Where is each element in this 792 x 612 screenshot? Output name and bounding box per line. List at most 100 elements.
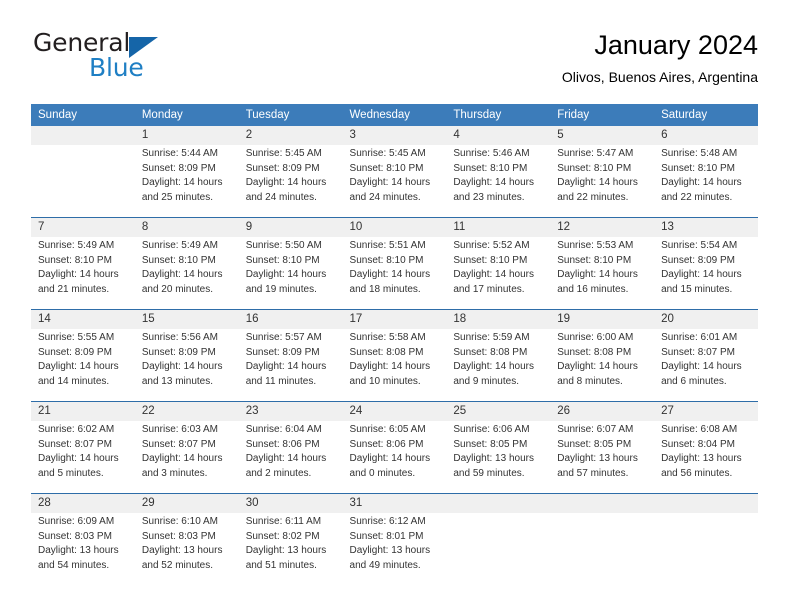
- logo-text-blue: Blue: [89, 53, 144, 82]
- day-detail-cell[interactable]: Sunrise: 6:09 AM Sunset: 8:03 PM Daylight:…: [31, 513, 135, 585]
- general-blue-logo: General Blue: [33, 28, 263, 86]
- day-detail-cell[interactable]: Sunrise: 5:45 AM Sunset: 8:09 PM Daylight:…: [239, 145, 343, 218]
- day-number-cell[interactable]: 19: [550, 309, 655, 329]
- page-title: January 2024: [594, 30, 758, 60]
- day-number-cell[interactable]: 15: [134, 309, 239, 329]
- day-detail-cell[interactable]: Sunrise: 5:47 AM Sunset: 8:10 PM Daylight:…: [550, 145, 654, 218]
- day-detail-cell[interactable]: Sunrise: 5:54 AM Sunset: 8:09 PM Daylight:…: [654, 237, 758, 310]
- day-daylight-line2-text: and 56 minutes.: [661, 467, 733, 479]
- day-sunrise-text: Sunrise: 5:57 AM: [245, 332, 322, 343]
- day-detail-cell[interactable]: Sunrise: 5:49 AM Sunset: 8:10 PM Daylight:…: [31, 237, 135, 310]
- day-daylight-line2-text: and 0 minutes.: [349, 467, 416, 479]
- day-sunset-text: Sunset: 8:10 PM: [557, 162, 632, 174]
- empty-day-cell: [550, 513, 654, 585]
- page-header: General Blue January 2024 Olivos, Buenos…: [33, 28, 758, 90]
- day-number-cell[interactable]: 24: [342, 401, 447, 421]
- day-detail-cell[interactable]: Sunrise: 5:50 AM Sunset: 8:10 PM Daylight:…: [239, 237, 343, 310]
- day-sunrise-text: Sunrise: 5:48 AM: [661, 148, 738, 159]
- day-number-cell[interactable]: 18: [446, 309, 551, 329]
- day-number-cell[interactable]: 2: [238, 126, 343, 145]
- day-number-cell[interactable]: 1: [134, 126, 239, 145]
- day-number-cell[interactable]: 12: [550, 217, 655, 237]
- day-sunrise-text: Sunrise: 5:51 AM: [349, 240, 426, 251]
- day-number-cell[interactable]: 20: [654, 309, 758, 329]
- calendar-week-details: Sunrise: 5:55 AM Sunset: 8:09 PM Daylight:…: [31, 329, 758, 402]
- day-number-cell[interactable]: 3: [342, 126, 447, 145]
- day-detail-cell[interactable]: Sunrise: 6:07 AM Sunset: 8:05 PM Daylight:…: [550, 421, 654, 494]
- day-daylight-line2-text: and 2 minutes.: [245, 467, 312, 479]
- day-detail-cell[interactable]: Sunrise: 5:58 AM Sunset: 8:08 PM Daylight:…: [343, 329, 447, 402]
- day-detail-cell[interactable]: Sunrise: 5:56 AM Sunset: 8:09 PM Daylight:…: [135, 329, 239, 402]
- day-daylight-line1-text: Daylight: 14 hours: [38, 269, 119, 281]
- day-detail-cell[interactable]: Sunrise: 6:03 AM Sunset: 8:07 PM Daylight:…: [135, 421, 239, 494]
- day-sunset-text: Sunset: 8:07 PM: [141, 438, 216, 450]
- day-sunrise-text: Sunrise: 6:02 AM: [38, 424, 115, 435]
- day-number-cell[interactable]: 17: [342, 309, 447, 329]
- day-detail-cell[interactable]: Sunrise: 6:06 AM Sunset: 8:05 PM Daylight:…: [446, 421, 550, 494]
- day-detail-cell[interactable]: Sunrise: 5:44 AM Sunset: 8:09 PM Daylight:…: [135, 145, 239, 218]
- day-sunset-text: Sunset: 8:09 PM: [38, 346, 112, 358]
- day-detail-cell[interactable]: Sunrise: 6:05 AM Sunset: 8:06 PM Daylight:…: [343, 421, 447, 494]
- day-number-cell[interactable]: 14: [31, 309, 135, 329]
- day-detail-cell[interactable]: Sunrise: 6:04 AM Sunset: 8:06 PM Daylight:…: [239, 421, 343, 494]
- day-daylight-line1-text: Daylight: 14 hours: [349, 361, 431, 373]
- day-number-cell[interactable]: 25: [446, 401, 551, 421]
- day-daylight-line1-text: Daylight: 14 hours: [141, 361, 223, 373]
- day-number-cell[interactable]: 16: [238, 309, 343, 329]
- day-detail-cell[interactable]: Sunrise: 6:10 AM Sunset: 8:03 PM Daylight:…: [135, 513, 239, 585]
- day-detail-cell[interactable]: Sunrise: 5:55 AM Sunset: 8:09 PM Daylight:…: [31, 329, 135, 402]
- day-detail-cell[interactable]: Sunrise: 6:01 AM Sunset: 8:07 PM Daylight:…: [654, 329, 758, 402]
- day-number-cell[interactable]: 4: [446, 126, 551, 145]
- day-number-cell[interactable]: 29: [134, 493, 239, 513]
- day-detail-cell[interactable]: Sunrise: 6:08 AM Sunset: 8:04 PM Daylight:…: [654, 421, 758, 494]
- day-sunrise-text: Sunrise: 5:56 AM: [141, 332, 218, 343]
- day-detail-cell[interactable]: Sunrise: 5:45 AM Sunset: 8:10 PM Daylight:…: [343, 145, 447, 218]
- day-sunset-text: Sunset: 8:05 PM: [453, 438, 528, 450]
- empty-day-cell: [31, 126, 135, 145]
- day-number-cell[interactable]: 31: [342, 493, 447, 513]
- day-daylight-line2-text: and 5 minutes.: [38, 467, 104, 479]
- day-detail-cell[interactable]: Sunrise: 5:53 AM Sunset: 8:10 PM Daylight:…: [550, 237, 654, 310]
- day-daylight-line1-text: Daylight: 13 hours: [141, 545, 223, 557]
- day-sunrise-text: Sunrise: 5:49 AM: [141, 240, 218, 251]
- calendar-body: 1 2 3 4 5 6 Sunrise: 5:44 AM Sunset: 8:09 PM Day…: [31, 126, 758, 585]
- calendar-week-daynumbers: 7 8 9 10 11 12 13: [31, 217, 758, 237]
- day-number-cell[interactable]: 5: [550, 126, 655, 145]
- day-detail-cell[interactable]: Sunrise: 5:57 AM Sunset: 8:09 PM Daylight:…: [239, 329, 343, 402]
- day-detail-cell[interactable]: Sunrise: 6:00 AM Sunset: 8:08 PM Daylight:…: [550, 329, 654, 402]
- day-sunset-text: Sunset: 8:10 PM: [349, 254, 424, 266]
- day-number-cell[interactable]: 7: [31, 217, 135, 237]
- day-sunset-text: Sunset: 8:04 PM: [661, 438, 735, 450]
- day-number-cell[interactable]: 11: [446, 217, 551, 237]
- day-number-cell[interactable]: 9: [238, 217, 343, 237]
- day-detail-cell[interactable]: Sunrise: 5:59 AM Sunset: 8:08 PM Daylight:…: [446, 329, 550, 402]
- day-number-cell[interactable]: 26: [550, 401, 655, 421]
- calendar-header-row: Sunday Monday Tuesday Wednesday Thursday…: [31, 104, 758, 126]
- day-number-cell[interactable]: 30: [238, 493, 343, 513]
- day-sunrise-text: Sunrise: 5:52 AM: [453, 240, 530, 251]
- page-subtitle: Olivos, Buenos Aires, Argentina: [561, 69, 758, 85]
- day-detail-cell[interactable]: Sunrise: 5:51 AM Sunset: 8:10 PM Daylight:…: [343, 237, 447, 310]
- day-daylight-line1-text: Daylight: 14 hours: [349, 453, 431, 465]
- day-number-cell[interactable]: 8: [134, 217, 239, 237]
- day-detail-cell[interactable]: Sunrise: 5:46 AM Sunset: 8:10 PM Daylight:…: [446, 145, 550, 218]
- day-detail-cell[interactable]: Sunrise: 6:02 AM Sunset: 8:07 PM Daylight:…: [31, 421, 135, 494]
- day-number-cell[interactable]: 21: [31, 401, 135, 421]
- day-detail-cell[interactable]: Sunrise: 5:52 AM Sunset: 8:10 PM Daylight:…: [446, 237, 550, 310]
- day-number-cell[interactable]: 6: [654, 126, 758, 145]
- day-number-cell[interactable]: 23: [238, 401, 343, 421]
- day-number-cell[interactable]: 13: [654, 217, 758, 237]
- day-daylight-line1-text: Daylight: 14 hours: [661, 177, 742, 189]
- day-detail-cell[interactable]: Sunrise: 5:49 AM Sunset: 8:10 PM Daylight:…: [135, 237, 239, 310]
- day-number-cell[interactable]: 22: [134, 401, 239, 421]
- day-detail-cell[interactable]: Sunrise: 6:12 AM Sunset: 8:01 PM Daylight:…: [343, 513, 447, 585]
- day-number-cell[interactable]: 10: [342, 217, 447, 237]
- day-daylight-line2-text: and 13 minutes.: [141, 375, 214, 387]
- day-detail-cell[interactable]: Sunrise: 6:11 AM Sunset: 8:02 PM Daylight:…: [239, 513, 343, 585]
- day-number-cell[interactable]: 28: [31, 493, 135, 513]
- day-sunrise-text: Sunrise: 6:10 AM: [141, 516, 218, 527]
- day-detail-cell[interactable]: Sunrise: 5:48 AM Sunset: 8:10 PM Daylight:…: [654, 145, 758, 218]
- day-sunrise-text: Sunrise: 5:58 AM: [349, 332, 426, 343]
- day-daylight-line1-text: Daylight: 14 hours: [557, 177, 638, 189]
- day-number-cell[interactable]: 27: [654, 401, 758, 421]
